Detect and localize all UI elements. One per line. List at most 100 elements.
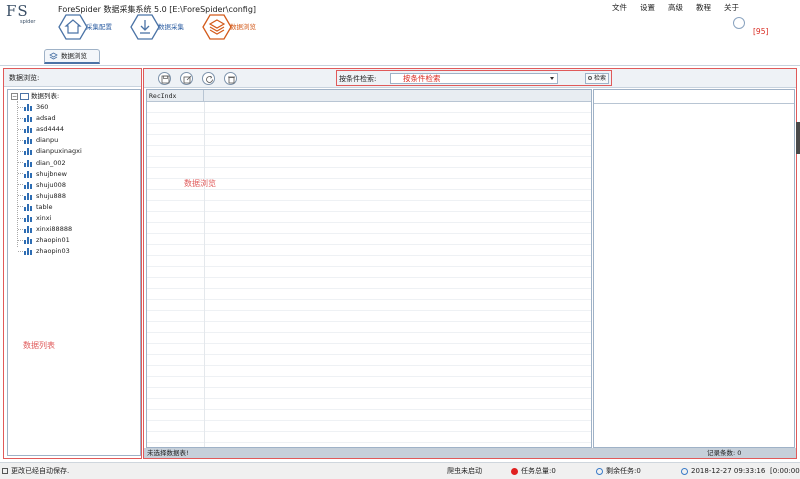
tree-item[interactable]: 360 bbox=[18, 102, 48, 113]
bar-chart-icon bbox=[24, 203, 33, 211]
menu-file[interactable]: 文件 bbox=[612, 2, 627, 13]
column-header-recindx[interactable]: RecIndx bbox=[147, 90, 204, 102]
nav-collect-config-button[interactable]: 采集配置 bbox=[58, 14, 114, 42]
menu-advanced[interactable]: 高级 bbox=[668, 2, 683, 13]
bar-chart-icon bbox=[24, 192, 33, 200]
tree-root[interactable]: − 数据列表: bbox=[11, 91, 59, 101]
nav-data-collect-button[interactable]: 数据采集 bbox=[130, 14, 186, 42]
tree-item-label: shuju888 bbox=[36, 191, 66, 200]
detail-pane-header bbox=[594, 90, 794, 104]
save-button[interactable] bbox=[158, 72, 171, 85]
bar-chart-icon bbox=[24, 147, 33, 156]
tab-data-browse[interactable]: 数据浏览 bbox=[44, 49, 100, 64]
bar-chart-icon bbox=[24, 247, 33, 256]
side-drawer-handle[interactable] bbox=[796, 122, 800, 154]
tree-item[interactable]: table bbox=[18, 202, 52, 213]
detail-pane[interactable] bbox=[593, 89, 795, 448]
menu-settings[interactable]: 设置 bbox=[640, 2, 655, 13]
data-list-panel: 数据浏览: − 数据列表: 360 adsad asd4444 dianpu dianpu… bbox=[3, 68, 142, 459]
database-icon bbox=[20, 92, 29, 100]
save-icon bbox=[161, 75, 170, 84]
home-icon bbox=[58, 14, 88, 40]
menu-tutorial[interactable]: 教程 bbox=[696, 2, 711, 13]
tree-branch-line bbox=[18, 250, 23, 252]
elapsed-time: [0:00:00 bbox=[770, 467, 800, 475]
crawler-status: 爬虫未启动 bbox=[447, 467, 482, 475]
tree-item[interactable]: shujbnew bbox=[18, 169, 67, 180]
bar-chart-icon bbox=[24, 103, 33, 111]
tasks-remaining: 剩余任务:0 bbox=[596, 463, 641, 479]
data-list-annotation: 数据列表 bbox=[23, 341, 55, 350]
bar-chart-icon bbox=[24, 125, 33, 134]
tree-item[interactable]: dian_002 bbox=[18, 158, 66, 169]
tree-item-label: dianpu bbox=[36, 136, 59, 145]
tree-branch-line bbox=[18, 117, 23, 119]
nav-data-browse-button[interactable]: 数据浏览 bbox=[202, 14, 258, 42]
datetime-text: 2018-12-27 09:33:16 bbox=[691, 467, 766, 475]
collapse-icon[interactable]: − bbox=[11, 92, 18, 100]
tree-item[interactable]: xinxi bbox=[18, 213, 51, 224]
tree-branch-line bbox=[18, 162, 23, 163]
tree-item-label: asd4444 bbox=[36, 125, 65, 134]
bar-chart-icon bbox=[24, 159, 33, 167]
tree-item-label: adsad bbox=[36, 114, 56, 123]
search-condition-value: 按条件检索 bbox=[403, 74, 441, 83]
status-message-text: 更改已经自动保存. bbox=[11, 467, 70, 475]
tree-item-label: shujbnew bbox=[36, 169, 67, 178]
app-logo: FS spider bbox=[6, 2, 36, 28]
search-button-label: 检索 bbox=[594, 75, 607, 82]
menu-about[interactable]: 关于 bbox=[724, 2, 739, 13]
tree-item-label: table bbox=[36, 202, 53, 211]
bar-chart-icon bbox=[24, 136, 33, 145]
tree-item-label: dian_002 bbox=[36, 158, 66, 167]
tree-item[interactable]: shuju008 bbox=[18, 180, 66, 191]
layers-icon bbox=[49, 52, 58, 60]
tasks-remaining-text: 剩余任务:0 bbox=[606, 467, 641, 475]
search-button[interactable]: 检索 bbox=[585, 73, 609, 84]
calendar-icon bbox=[681, 467, 688, 475]
edit-button[interactable] bbox=[180, 72, 193, 85]
column-divider bbox=[204, 102, 205, 447]
edit-icon bbox=[183, 75, 192, 84]
tree-item[interactable]: dianpuxinagxi bbox=[18, 146, 82, 157]
delete-icon bbox=[228, 76, 235, 84]
bar-chart-icon bbox=[24, 114, 33, 123]
tree-item[interactable]: xinxi88888 bbox=[18, 224, 72, 235]
tasks-total: 任务总量:0 bbox=[511, 463, 556, 479]
delete-button[interactable] bbox=[224, 72, 237, 85]
tree-branch-line bbox=[18, 150, 23, 152]
data-tree: − 数据列表: 360 adsad asd4444 dianpu dianpuxinagx… bbox=[7, 89, 141, 456]
notification-badge[interactable]: [95] bbox=[753, 27, 768, 36]
status-bar: 更改已经自动保存. 爬虫未启动 任务总量:0 剩余任务:0 2018-12-27… bbox=[0, 462, 800, 479]
refresh-button[interactable] bbox=[202, 72, 215, 85]
tree-item[interactable]: zhaopin01 bbox=[18, 235, 70, 246]
tree-branch-line bbox=[18, 195, 23, 197]
tree-item[interactable]: asd4444 bbox=[18, 124, 64, 135]
grid-annotation: 数据浏览 bbox=[184, 179, 216, 188]
tasks-total-text: 任务总量:0 bbox=[521, 467, 556, 475]
tree-item[interactable]: zhaopin03 bbox=[18, 246, 70, 257]
tree-item[interactable]: shuju888 bbox=[18, 191, 66, 202]
grid-status-bar: 未选择数据表! 记录条数: 0 bbox=[144, 448, 796, 458]
data-grid[interactable]: RecIndx 数据浏览 bbox=[146, 89, 592, 448]
settings-circle-icon[interactable] bbox=[733, 17, 745, 29]
tree-item[interactable]: dianpu bbox=[18, 135, 58, 146]
nav-data-collect-label: 数据采集 bbox=[158, 23, 184, 31]
search-condition-select[interactable]: 按条件检索 bbox=[390, 73, 558, 84]
status-message: 更改已经自动保存. bbox=[2, 463, 69, 479]
browse-toolbar: 按条件检索: 按条件检索 检索 bbox=[144, 69, 796, 88]
grid-rows bbox=[147, 102, 591, 447]
tree-branch-line bbox=[18, 128, 23, 130]
bar-chart-icon bbox=[24, 181, 33, 189]
datetime: 2018-12-27 09:33:16 bbox=[681, 463, 765, 479]
tab-strip: 数据浏览 bbox=[0, 48, 800, 66]
nav-collect-config-label: 采集配置 bbox=[86, 23, 112, 31]
tree-root-label: 数据列表: bbox=[31, 92, 60, 100]
tree-item-label: zhaopin01 bbox=[36, 236, 70, 245]
tree-branch-line bbox=[18, 184, 23, 186]
tree-branch-line bbox=[18, 228, 23, 230]
tree-item[interactable]: adsad bbox=[18, 113, 56, 124]
table-selection-status: 未选择数据表! bbox=[147, 449, 189, 457]
tree-item-label: zhaopin03 bbox=[36, 247, 70, 256]
bar-chart-icon bbox=[24, 225, 33, 234]
